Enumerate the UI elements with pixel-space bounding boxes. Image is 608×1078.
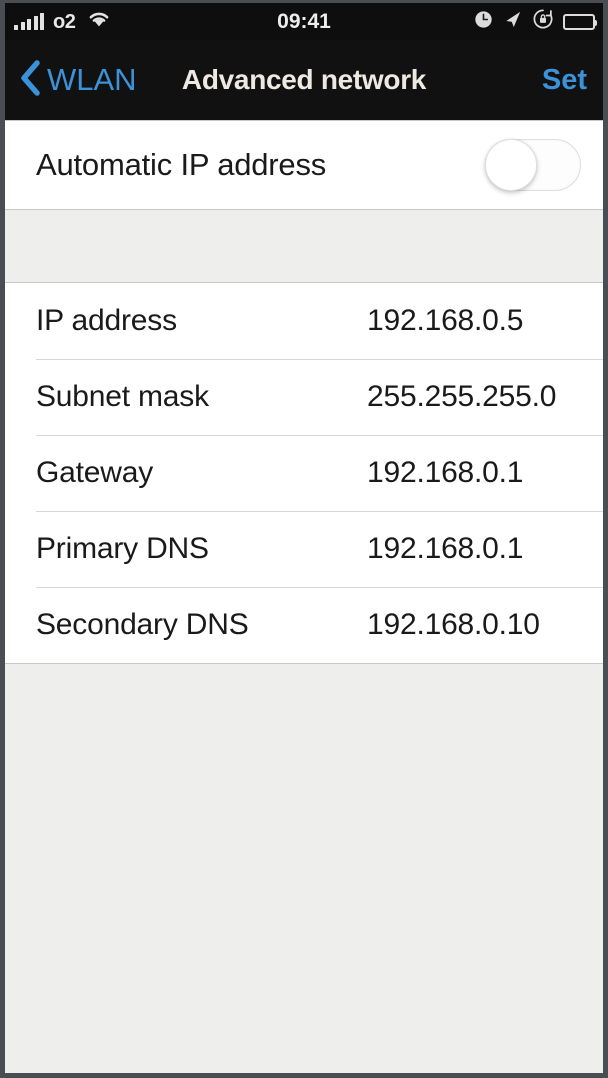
automatic-ip-toggle[interactable] bbox=[485, 139, 581, 191]
row-value: 192.168.0.5 bbox=[367, 304, 524, 337]
automatic-ip-row[interactable]: Automatic IP address bbox=[5, 121, 603, 209]
row-value: 255.255.255.0 bbox=[367, 380, 557, 413]
row-label: Gateway bbox=[36, 456, 153, 489]
table-row[interactable]: IP address 192.168.0.5 bbox=[5, 283, 603, 359]
location-arrow-icon bbox=[502, 9, 523, 35]
toggle-knob bbox=[485, 139, 537, 191]
navigation-bar: WLAN Advanced network Set bbox=[5, 40, 603, 120]
status-bar: o2 09:41 bbox=[5, 3, 603, 40]
network-settings-list: IP address 192.168.0.5 Subnet mask 255.2… bbox=[5, 283, 603, 664]
set-button[interactable]: Set bbox=[542, 40, 587, 120]
battery-icon bbox=[563, 13, 597, 30]
set-button-label: Set bbox=[541, 63, 587, 96]
table-row[interactable]: Secondary DNS 192.168.0.10 bbox=[5, 587, 603, 663]
clock-time: 09:41 bbox=[277, 9, 331, 33]
page-title-text: Advanced network bbox=[181, 64, 427, 95]
automatic-ip-label: Automatic IP address bbox=[36, 147, 327, 182]
settings-content: Automatic IP address IP address 192.168.… bbox=[5, 120, 603, 1073]
rotation-lock-icon bbox=[532, 8, 554, 35]
row-value: 192.168.0.1 bbox=[367, 456, 524, 489]
empty-area bbox=[5, 664, 603, 1073]
table-row[interactable]: Subnet mask 255.255.255.0 bbox=[5, 359, 603, 435]
row-label: Secondary DNS bbox=[36, 608, 249, 641]
automatic-ip-group: Automatic IP address bbox=[5, 120, 603, 210]
row-value: 192.168.0.10 bbox=[367, 608, 540, 641]
status-bar-right bbox=[474, 3, 597, 40]
section-spacer bbox=[5, 210, 603, 283]
table-row[interactable]: Primary DNS 192.168.0.1 bbox=[5, 511, 603, 587]
phone-screen: o2 09:41 WLAN Advanced network Set Autom… bbox=[0, 0, 608, 1078]
page-title: Advanced network bbox=[5, 40, 603, 120]
clock-icon bbox=[474, 10, 493, 34]
row-label: Primary DNS bbox=[36, 532, 209, 565]
row-label: Subnet mask bbox=[36, 380, 209, 413]
table-row[interactable]: Gateway 192.168.0.1 bbox=[5, 435, 603, 511]
row-value: 192.168.0.1 bbox=[367, 532, 524, 565]
row-label: IP address bbox=[36, 304, 177, 337]
